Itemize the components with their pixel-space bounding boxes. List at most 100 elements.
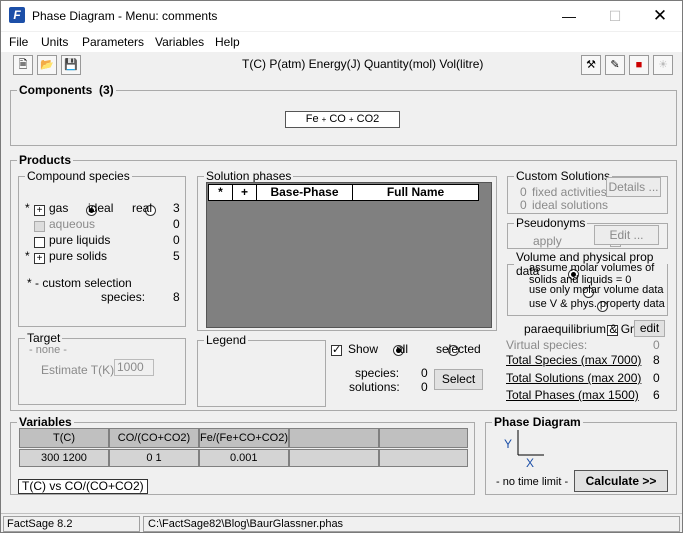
pure-liquids-count: 0: [173, 233, 180, 247]
components-formula[interactable]: Fe + CO + CO2: [285, 111, 400, 128]
open-folder-icon[interactable]: 📂: [37, 55, 57, 75]
pure-solids-label: pure solids: [49, 249, 108, 263]
legend-group: Legend: [197, 333, 326, 407]
edit-list-icon[interactable]: ✎: [605, 55, 625, 75]
legend-solutions-value: 0: [421, 380, 428, 394]
close-button[interactable]: ✕: [637, 1, 683, 31]
species-count: 8: [173, 290, 180, 304]
menu-file[interactable]: File: [9, 35, 28, 49]
tools-icon[interactable]: ⚒: [581, 55, 601, 75]
col-plus[interactable]: +: [233, 185, 257, 200]
lightbulb-icon[interactable]: ☀: [653, 55, 673, 75]
estimate-t-input[interactable]: 1000: [114, 359, 154, 376]
total-phases-value: 6: [653, 388, 660, 402]
var-header-co-ratio[interactable]: CO/(CO+CO2): [109, 428, 199, 448]
total-solutions-link[interactable]: Total Solutions (max 200): [506, 371, 641, 385]
solution-phases-header: * + Base-Phase Full Name: [208, 184, 479, 201]
book-icon[interactable]: ■: [629, 55, 649, 75]
fixed-activities-label: fixed activities: [532, 185, 607, 199]
variables-legend: Variables: [19, 415, 72, 429]
total-solutions-value: 0: [653, 371, 660, 385]
total-phases-link[interactable]: Total Phases (max 1500): [506, 388, 639, 402]
gas-row: * + gas ideal real 3: [25, 201, 180, 217]
products-legend: Products: [19, 153, 72, 167]
aqueous-label: aqueous: [49, 217, 96, 231]
volume-option-molar-label: use only molar volume data: [529, 284, 664, 296]
col-base-phase[interactable]: Base-Phase: [257, 185, 353, 200]
calculate-button[interactable]: Calculate >>: [574, 470, 668, 492]
volume-option-phys-label: use V & phys. property data: [529, 298, 665, 310]
paraequilibrium-label: paraequilibrium & Gmin: [524, 322, 650, 336]
legend-species-label: species:: [355, 366, 400, 380]
show-label: Show: [348, 342, 379, 356]
pure-liquids-label: pure liquids: [49, 233, 111, 247]
var-value-fe-ratio[interactable]: 0.001: [199, 449, 289, 467]
solution-phases-table[interactable]: * + Base-Phase Full Name: [206, 182, 492, 328]
var-header-fe-ratio[interactable]: Fe/(Fe+CO+CO2): [199, 428, 289, 448]
save-disk-icon[interactable]: 💾: [61, 55, 81, 75]
pseudonyms-edit-button[interactable]: Edit ...: [594, 225, 659, 245]
pure-solids-count: 5: [173, 249, 180, 263]
details-button[interactable]: Details ...: [606, 177, 661, 197]
x-axis-label: X: [526, 456, 535, 470]
minimize-button[interactable]: —: [546, 1, 592, 31]
menu-variables[interactable]: Variables: [155, 35, 204, 49]
legend-solutions-label: solutions:: [349, 380, 400, 394]
aqueous-checkbox[interactable]: [34, 221, 45, 233]
volume-option-zero-label: assume molar volumes of solids and liqui…: [529, 262, 655, 286]
pure-solids-row: * + pure solids 5: [25, 249, 180, 265]
estimate-t-label: Estimate T(K):: [41, 363, 118, 377]
ideal-label: ideal: [88, 201, 114, 215]
menu-bar: File Units Parameters Variables Help: [1, 32, 682, 52]
var-value-co-ratio[interactable]: 0 1: [109, 449, 199, 467]
var-header-empty-2[interactable]: [379, 428, 468, 448]
window-title: Phase Diagram - Menu: comments: [32, 9, 218, 23]
legend-species-value: 0: [421, 366, 428, 380]
pseudonyms-legend: Pseudonyms: [516, 216, 586, 230]
factsage-app-icon: F: [9, 7, 25, 23]
virtual-species-label: Virtual species:: [506, 338, 588, 352]
custom-solutions-legend: Custom Solutions: [516, 169, 611, 183]
col-full-name[interactable]: Full Name: [353, 185, 478, 200]
pure-solids-checkbox[interactable]: +: [34, 253, 45, 265]
total-species-value: 8: [653, 353, 660, 367]
gas-checkbox[interactable]: +: [34, 205, 45, 217]
apply-label: apply: [533, 234, 562, 248]
ideal-solutions-label: ideal solutions: [532, 198, 609, 212]
show-checkbox[interactable]: [331, 343, 342, 357]
menu-units[interactable]: Units: [41, 35, 68, 49]
time-limit-label: - no time limit -: [496, 476, 569, 488]
target-none: - none -: [29, 344, 67, 356]
selected-label: selected: [436, 342, 481, 356]
select-button[interactable]: Select: [434, 369, 483, 390]
y-axis-label: Y: [504, 437, 513, 451]
var-value-empty-1[interactable]: [289, 449, 379, 467]
custom-selection-note: * - custom selection: [27, 276, 132, 290]
menu-help[interactable]: Help: [215, 35, 240, 49]
custom-star: *: [25, 249, 30, 263]
status-file-path: C:\FactSage82\Blog\BaurGlassner.phas: [143, 516, 680, 532]
menu-parameters[interactable]: Parameters: [82, 35, 144, 49]
pure-liquids-row: pure liquids 0: [25, 233, 180, 249]
pure-liquids-checkbox[interactable]: [34, 237, 45, 249]
real-label: real: [132, 201, 153, 215]
var-value-t[interactable]: 300 1200: [19, 449, 109, 467]
components-legend: Components (3): [19, 83, 114, 97]
maximize-button[interactable]: ☐: [592, 1, 638, 31]
solution-phases-legend: Solution phases: [206, 169, 292, 183]
axes-label: T(C) vs CO/(CO+CO2): [18, 479, 148, 494]
custom-star: *: [25, 201, 30, 215]
total-species-link[interactable]: Total Species (max 7000): [506, 353, 641, 367]
gas-count: 3: [173, 201, 180, 215]
paraequilibrium-edit-button[interactable]: edit: [634, 320, 665, 337]
virtual-species-value: 0: [653, 338, 660, 352]
axis-preview-icon: Y X: [504, 426, 549, 470]
gas-label: gas: [49, 201, 69, 215]
col-star[interactable]: *: [209, 185, 233, 200]
var-value-empty-2[interactable]: [379, 449, 468, 467]
new-file-icon[interactable]: 🗎: [13, 55, 33, 75]
var-header-t[interactable]: T(C): [19, 428, 109, 448]
fixed-activities-count: 0: [520, 185, 527, 199]
var-header-empty-1[interactable]: [289, 428, 379, 448]
aqueous-row: aqueous 0: [25, 217, 180, 233]
